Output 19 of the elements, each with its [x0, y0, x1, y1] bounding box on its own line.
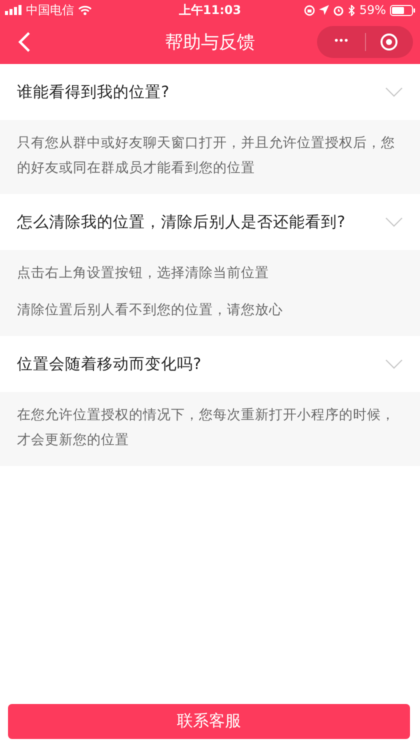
contact-support-button[interactable]: 联系客服 [8, 704, 410, 739]
wifi-icon [78, 5, 92, 15]
close-target-icon[interactable] [380, 33, 398, 51]
location-arrow-icon [319, 5, 330, 15]
more-button[interactable]: ••• [317, 26, 364, 58]
battery-percent: 59% [359, 3, 386, 17]
faq-answer: 点击右上角设置按钮，选择清除当前位置 [17, 264, 270, 283]
clock-time: 上午11:03 [178, 2, 242, 18]
faq-answer: 在您允许位置授权的情况下，您每次重新打开小程序的时候，才会更新您的位置 [17, 406, 396, 450]
carrier-name: 中国电信 [26, 2, 74, 18]
back-button[interactable] [18, 32, 30, 52]
signal-icon [5, 5, 22, 15]
page-title: 帮助与反馈 [164, 31, 256, 54]
orientation-lock-icon [304, 4, 316, 16]
bluetooth-icon [348, 4, 356, 16]
faq-answer: 只有您从群中或好友聊天窗口打开，并且允许位置授权后，您的好友或同在群成员才能看到您的位置 [17, 134, 396, 178]
alarm-icon [333, 4, 344, 16]
battery-icon [390, 4, 416, 16]
faq-answer: 清除位置后别人看不到您的位置，请您放心 [17, 301, 284, 320]
